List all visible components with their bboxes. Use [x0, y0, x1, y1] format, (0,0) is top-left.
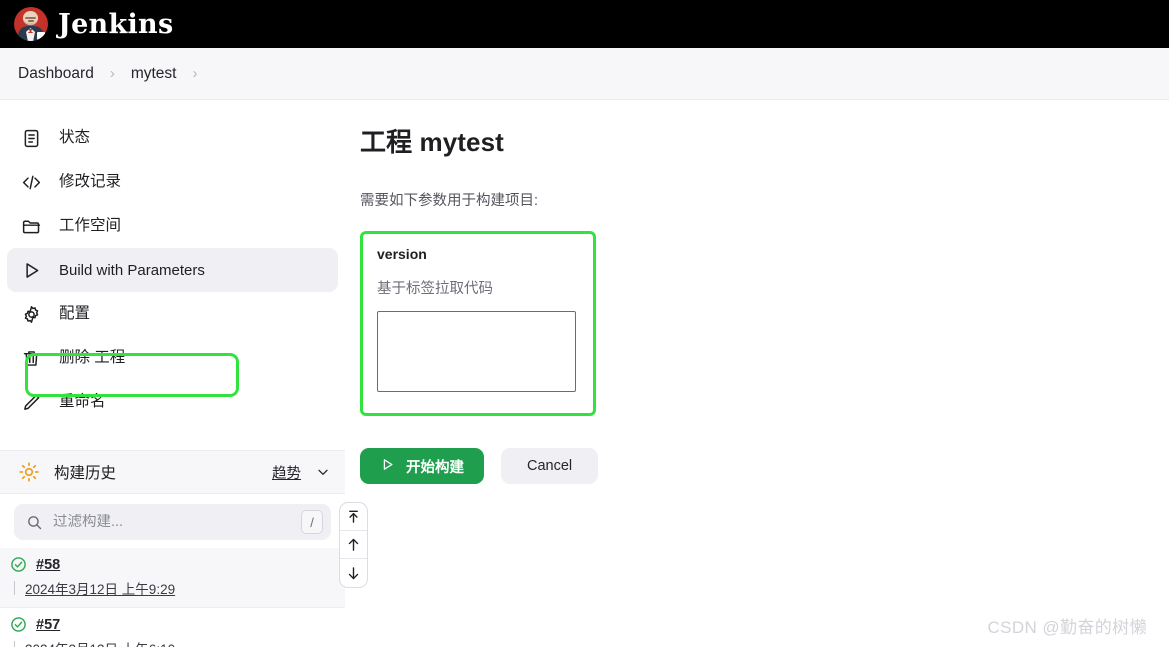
breadcrumb-item-mytest[interactable]: mytest — [127, 63, 181, 85]
cancel-label: Cancel — [527, 458, 573, 474]
form-actions: 开始构建 Cancel — [360, 448, 1169, 484]
sidebar-item-changes[interactable]: 修改记录 — [7, 160, 338, 204]
jenkins-butler-logo-icon[interactable] — [14, 7, 48, 41]
check-circle-icon — [10, 556, 27, 573]
build-history-header: 构建历史 趋势 — [0, 450, 345, 494]
play-icon — [380, 457, 395, 476]
code-icon — [21, 172, 42, 193]
main-content: 工程 mytest 需要如下参数用于构建项目: version 基于标签拉取代码… — [345, 100, 1169, 646]
page-title: 工程 mytest — [360, 127, 504, 157]
build-number-link[interactable]: #58 — [36, 557, 60, 573]
sidebar-item-configure[interactable]: 配置 — [7, 292, 338, 336]
app-header: Jenkins — [0, 0, 1169, 48]
watermark: CSDN @勤奋的树懒 — [987, 618, 1147, 637]
sidebar: 状态 修改记录 工作空间 Build with Parameters 配置 删除… — [0, 100, 368, 647]
build-filter-wrapper: / — [0, 494, 345, 548]
scroll-up-button[interactable] — [340, 531, 367, 559]
sidebar-nav: 状态 修改记录 工作空间 Build with Parameters 配置 删除… — [0, 116, 345, 424]
build-row-date: 2024年3月12日 上午9:29 — [10, 578, 331, 598]
breadcrumb-separator-icon: › — [192, 65, 198, 82]
build-filter-input[interactable] — [53, 514, 291, 530]
sidebar-item-label: 工作空间 — [59, 217, 122, 235]
check-circle-icon — [10, 616, 27, 633]
arrow-up-icon — [346, 537, 361, 552]
chevron-down-icon[interactable] — [315, 464, 331, 480]
sidebar-item-status[interactable]: 状态 — [7, 116, 338, 160]
build-number-link[interactable]: #57 — [36, 617, 60, 633]
breadcrumb-item-dashboard[interactable]: Dashboard — [14, 63, 98, 85]
trash-icon — [21, 348, 42, 369]
build-row[interactable]: #58 2024年3月12日 上午9:29 — [0, 548, 345, 608]
breadcrumb: Dashboard › mytest › — [0, 48, 1169, 100]
filter-shortcut-key: / — [301, 510, 323, 534]
document-icon — [21, 128, 42, 149]
annotation-highlight-parameter-card: version 基于标签拉取代码 — [360, 231, 596, 416]
parameter-name-label: version — [377, 246, 427, 262]
parameters-intro-text: 需要如下参数用于构建项目: — [360, 193, 539, 209]
brand-title[interactable]: Jenkins — [58, 9, 173, 40]
scroll-down-button[interactable] — [340, 559, 367, 587]
page-body: 状态 修改记录 工作空间 Build with Parameters 配置 删除… — [0, 100, 1169, 647]
arrow-down-icon — [346, 566, 361, 581]
sun-weather-icon — [18, 461, 40, 483]
build-date-link[interactable]: 2024年3月12日 上午9:29 — [25, 578, 175, 598]
sidebar-item-build-with-parameters[interactable]: Build with Parameters — [7, 248, 338, 292]
pencil-icon — [21, 392, 42, 413]
gear-icon — [21, 304, 42, 325]
sidebar-item-rename[interactable]: 重命名 — [7, 380, 338, 424]
parameter-value-input[interactable] — [377, 311, 576, 392]
build-row-top: #58 — [10, 556, 331, 573]
arrow-up-to-line-icon — [346, 509, 361, 524]
build-date-link[interactable]: 2024年3月12日 上午6:10 — [25, 638, 175, 647]
build-row-top: #57 — [10, 616, 331, 633]
build-row[interactable]: #57 2024年3月12日 上午6:10 — [0, 608, 345, 647]
trend-link[interactable]: 趋势 — [272, 462, 301, 483]
scroll-to-top-button[interactable] — [340, 503, 367, 531]
sidebar-item-label: Build with Parameters — [59, 261, 205, 279]
build-history-title: 构建历史 — [54, 465, 117, 482]
search-icon — [26, 514, 43, 531]
cancel-button[interactable]: Cancel — [501, 448, 599, 484]
build-filter-box[interactable]: / — [14, 504, 331, 540]
sidebar-item-workspace[interactable]: 工作空间 — [7, 204, 338, 248]
build-row-date: 2024年3月12日 上午6:10 — [10, 638, 331, 647]
sidebar-item-label: 删除 工程 — [59, 349, 126, 367]
sidebar-item-delete-project[interactable]: 删除 工程 — [7, 336, 338, 380]
start-build-button[interactable]: 开始构建 — [360, 448, 484, 484]
start-build-label: 开始构建 — [406, 459, 464, 476]
sidebar-item-label: 修改记录 — [59, 173, 122, 191]
breadcrumb-separator-icon: › — [109, 65, 115, 82]
play-icon — [21, 260, 42, 281]
parameter-description: 基于标签拉取代码 — [377, 281, 493, 297]
sidebar-item-label: 重命名 — [59, 393, 106, 411]
sidebar-item-label: 状态 — [59, 129, 91, 147]
build-row-marker — [14, 581, 15, 595]
sidebar-item-label: 配置 — [59, 305, 91, 323]
build-row-marker — [14, 641, 15, 647]
folder-icon — [21, 216, 42, 237]
build-history-pager — [339, 502, 368, 588]
